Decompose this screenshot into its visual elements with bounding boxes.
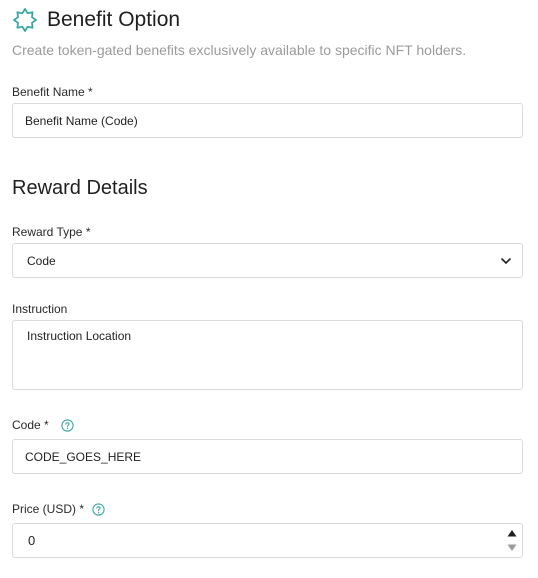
price-input[interactable]: 0	[12, 523, 523, 558]
section-title-reward-details: Reward Details	[12, 177, 148, 199]
spin-down-icon[interactable]	[506, 543, 518, 553]
chevron-down-icon	[501, 258, 511, 264]
benefit-name-label: Benefit Name *	[12, 85, 93, 99]
price-label: Price (USD) *	[12, 502, 85, 516]
reward-type-selected-value: Code	[27, 254, 56, 268]
page-subtitle: Create token-gated benefits exclusively …	[12, 42, 467, 58]
question-circle-icon[interactable]	[61, 419, 74, 432]
code-input[interactable]	[12, 439, 523, 474]
reward-type-label: Reward Type *	[12, 225, 91, 239]
benefit-option-form: Benefit Option Create token-gated benefi…	[0, 0, 538, 578]
badge-icon	[13, 8, 37, 32]
price-value: 0	[28, 533, 36, 548]
benefit-name-input[interactable]	[12, 103, 523, 138]
question-circle-icon[interactable]	[92, 503, 105, 516]
reward-type-select[interactable]: Code	[12, 243, 523, 278]
spin-up-icon[interactable]	[506, 528, 518, 538]
code-label: Code *	[12, 418, 49, 432]
page-title: Benefit Option	[47, 8, 181, 31]
instruction-textarea[interactable]	[12, 320, 523, 390]
instruction-label: Instruction	[12, 302, 68, 316]
